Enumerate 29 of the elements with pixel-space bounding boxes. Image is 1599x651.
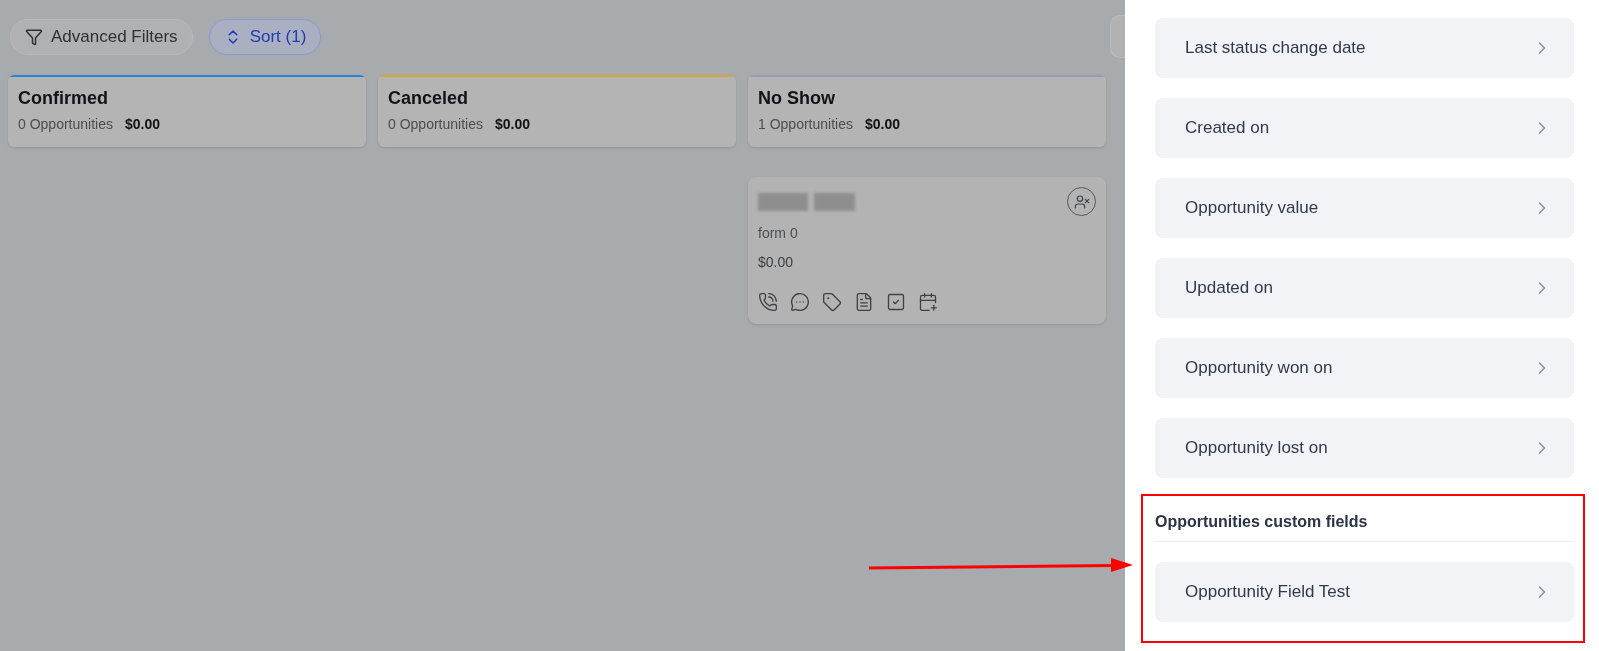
column-total: $0.00 xyxy=(494,115,530,134)
document-icon[interactable] xyxy=(854,292,874,312)
filter-icon xyxy=(25,27,43,46)
sort-button[interactable]: Sort (1) xyxy=(208,18,322,55)
chat-bubble-icon[interactable] xyxy=(790,292,810,312)
field-option[interactable]: Opportunity Field Test xyxy=(1155,562,1574,622)
section-heading: Opportunities custom fields xyxy=(1155,512,1369,532)
opportunity-count: 0 Opportunities xyxy=(18,115,113,134)
opportunity-count: 0 Opportunities xyxy=(388,115,483,134)
tag-icon[interactable] xyxy=(822,292,842,312)
field-option[interactable]: Opportunity won on xyxy=(1155,338,1574,398)
opportunity-count: 1 Opportunities xyxy=(758,115,853,134)
card-value: $0.00 xyxy=(758,253,795,272)
calendar-plus-icon[interactable] xyxy=(918,292,938,312)
field-option[interactable]: Created on xyxy=(1155,98,1574,158)
opportunity-card[interactable]: form 0 $0.00 xyxy=(748,177,1106,324)
column-title: No Show xyxy=(758,87,836,110)
card-subtitle: form 0 xyxy=(758,224,799,243)
phone-icon[interactable] xyxy=(758,292,778,312)
column-title: Canceled xyxy=(388,87,470,110)
column-title: Confirmed xyxy=(18,87,109,110)
checkbox-icon[interactable] xyxy=(886,292,906,312)
column-total: $0.00 xyxy=(124,115,160,134)
filter-button[interactable]: Advanced Filters xyxy=(10,18,193,55)
field-option[interactable]: Opportunity lost on xyxy=(1155,418,1574,478)
column-total: $0.00 xyxy=(864,115,900,134)
field-option[interactable]: Updated on xyxy=(1155,258,1574,318)
field-option[interactable]: Last status change date xyxy=(1155,18,1574,78)
field-option[interactable]: Opportunity value xyxy=(1155,178,1574,238)
